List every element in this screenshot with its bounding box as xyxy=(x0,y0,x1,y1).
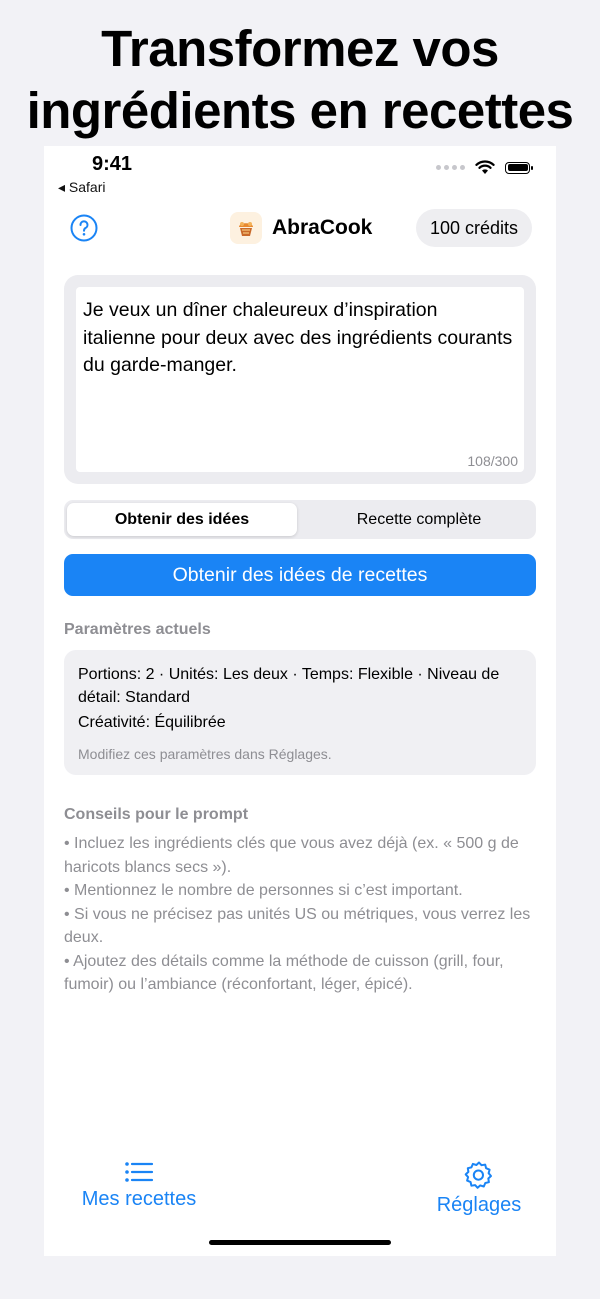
app-name: AbraCook xyxy=(272,216,373,239)
tab-my-recipes[interactable]: Mes recettes xyxy=(74,1160,204,1211)
home-indicator[interactable] xyxy=(209,1240,391,1245)
tip-item: • Mentionnez le nombre de personnes si c… xyxy=(64,882,463,899)
phone-screen: 9:41 ◂ Safari AbraCook 100 crédits Je ve… xyxy=(44,146,556,1256)
wifi-icon xyxy=(475,160,495,174)
headline-line-2: ingrédients en recettes xyxy=(26,82,574,139)
tips-title: Conseils pour le prompt xyxy=(64,806,249,823)
prompt-text[interactable]: Je veux un dîner chaleureux d’inspiratio… xyxy=(83,297,513,380)
params-note: Modifiez ces paramètres dans Réglages. xyxy=(78,746,332,762)
credits-badge[interactable]: 100 crédits xyxy=(415,209,532,247)
prompt-input[interactable]: Je veux un dîner chaleureux d’inspiratio… xyxy=(76,287,524,472)
abracook-logo-icon xyxy=(230,212,262,244)
marketing-headline: Transformez vos ingrédients en recettes xyxy=(0,18,600,142)
current-params-title: Paramètres actuels xyxy=(64,621,211,638)
tip-item: • Incluez les ingrédients clés que vous … xyxy=(64,835,519,876)
gear-icon xyxy=(464,1161,492,1189)
help-circle-icon[interactable] xyxy=(70,214,98,242)
tab-my-recipes-label: Mes recettes xyxy=(81,1188,197,1210)
current-params-card: Portions: 2 · Unités: Les deux · Temps: … xyxy=(64,650,536,775)
signal-dots-icon xyxy=(436,165,465,170)
list-icon xyxy=(125,1162,154,1182)
segment-get-ideas[interactable]: Obtenir des idées xyxy=(67,503,297,536)
tip-item: • Si vous ne précisez pas unités US ou m… xyxy=(64,905,531,947)
mode-segmented-control: Obtenir des idées Recette complète xyxy=(64,500,536,539)
back-to-safari-link[interactable]: ◂ Safari xyxy=(58,179,106,196)
params-creativity: Créativité: Équilibrée xyxy=(78,714,226,731)
get-recipe-ideas-button[interactable]: Obtenir des idées de recettes xyxy=(64,554,536,596)
battery-icon xyxy=(505,161,533,174)
tab-settings[interactable]: Réglages xyxy=(424,1160,534,1217)
params-summary: Portions: 2 · Unités: Les deux · Temps: … xyxy=(78,666,500,706)
status-time: 9:41 xyxy=(92,153,133,175)
app-brand: AbraCook xyxy=(230,212,372,244)
character-counter: 108/300 xyxy=(467,453,518,469)
tip-item: • Ajoutez des détails comme la méthode d… xyxy=(64,952,504,994)
headline-line-1: Transformez vos xyxy=(101,20,499,77)
segment-full-recipe[interactable]: Recette complète xyxy=(304,503,534,536)
status-indicators xyxy=(436,160,533,175)
tab-settings-label: Réglages xyxy=(436,1194,522,1216)
prompt-card: Je veux un dîner chaleureux d’inspiratio… xyxy=(64,275,536,484)
tips-list: • Incluez les ingrédients clés que vous … xyxy=(64,832,536,997)
